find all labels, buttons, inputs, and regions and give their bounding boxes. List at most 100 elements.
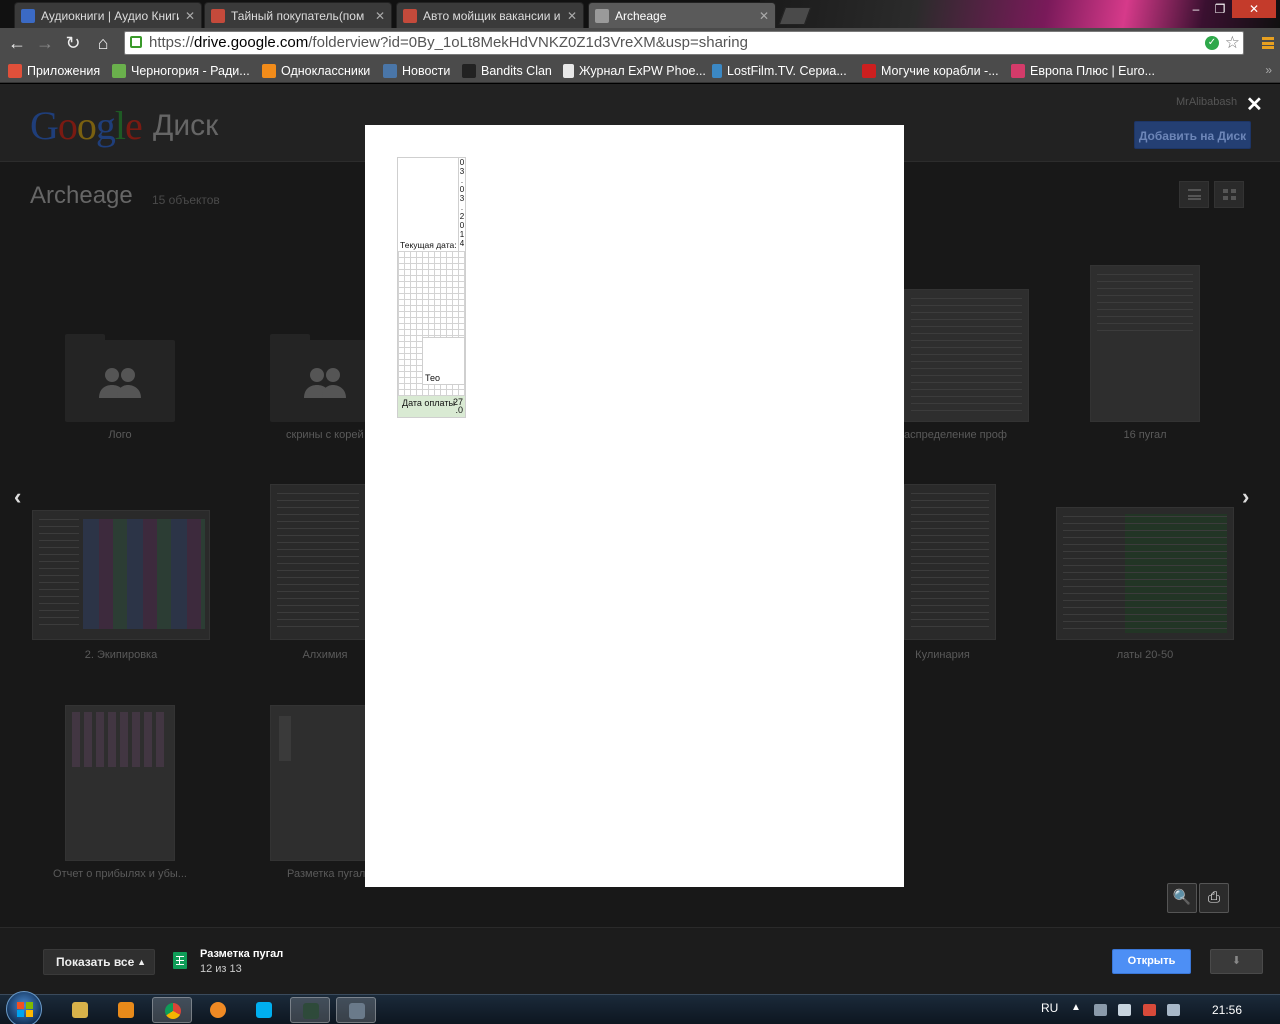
folder-tile-logo[interactable]	[65, 334, 175, 422]
shared-folder-icon	[99, 368, 141, 398]
show-all-downloads-button[interactable]: Показать все ▲	[43, 949, 155, 975]
list-view-button[interactable]	[1179, 181, 1209, 208]
apps-grid-icon	[8, 63, 22, 78]
extension-check-icon[interactable]: ✓	[1205, 36, 1219, 50]
taskbar-chrome[interactable]	[152, 997, 192, 1023]
previous-file-button[interactable]: ‹	[14, 484, 21, 510]
address-bar[interactable]: https://drive.google.com/folderview?id=0…	[124, 31, 1244, 55]
action-center-icon[interactable]	[1143, 1004, 1156, 1016]
browser-toolbar: ← → ↻ ⌂ https://drive.google.com/folderv…	[0, 28, 1280, 58]
taskbar-explorer[interactable]	[60, 997, 100, 1023]
grid-view-icon	[1223, 189, 1236, 200]
lostfilm-icon	[712, 63, 722, 78]
display-icon[interactable]	[1167, 1004, 1180, 1016]
app-icon	[210, 1002, 226, 1018]
account-name[interactable]: MrAlibabash	[1176, 96, 1237, 108]
home-button[interactable]: ⌂	[92, 32, 114, 54]
site-favicon-icon	[403, 8, 417, 23]
bookmark-youtube[interactable]: Могучие корабли -...	[862, 62, 999, 79]
folder-tile-screenshots[interactable]	[270, 334, 366, 422]
name-cell: Тео	[422, 337, 465, 385]
clan-emblem-icon	[462, 63, 476, 78]
close-window-button[interactable]: ✕	[1232, 0, 1276, 18]
taskbar-skype[interactable]	[244, 997, 284, 1023]
file-thumbnail[interactable]	[270, 484, 366, 640]
download-button[interactable]: ⬇	[1210, 949, 1263, 974]
tab-mystery-shopper[interactable]: Тайный покупатель(пом ✕	[204, 2, 392, 28]
bookmark-apps[interactable]: Приложения	[8, 62, 100, 79]
tile-label: Алхимия	[302, 649, 348, 661]
tile-label: 16 пугал	[1123, 429, 1167, 441]
reload-button[interactable]: ↻	[62, 32, 84, 54]
taskbar-media-player[interactable]	[106, 997, 146, 1023]
audiobooks-favicon-icon	[21, 8, 35, 23]
bookmark-star-icon[interactable]: ☆	[1225, 32, 1240, 54]
file-thumbnail[interactable]	[904, 484, 996, 640]
file-thumbnail[interactable]	[32, 510, 210, 640]
bookmark-montenegro[interactable]: Черногория - Ради...	[112, 62, 250, 79]
add-to-drive-button[interactable]: Добавить на Диск	[1134, 121, 1251, 149]
bookmark-lostfilm[interactable]: LostFilm.TV. Сериа...	[712, 62, 847, 79]
download-bar: Показать все ▲ Разметка пугал 12 из 13 О…	[0, 927, 1280, 994]
language-indicator[interactable]: RU	[1041, 1001, 1058, 1015]
tab-close-icon[interactable]: ✕	[567, 9, 577, 23]
clock[interactable]: 21:56	[1212, 1003, 1242, 1017]
current-date-value: 0 3 . 0 3 . 2 0 1 4	[459, 158, 465, 248]
taskbar-app-orange[interactable]	[198, 997, 238, 1023]
taskbar-archeage[interactable]	[290, 997, 330, 1023]
tab-close-icon[interactable]: ✕	[185, 9, 195, 23]
close-preview-button[interactable]: ✕	[1246, 92, 1263, 117]
tab-title: Тайный покупатель(пом	[231, 8, 365, 23]
shared-folder-icon	[304, 368, 346, 398]
file-thumbnail[interactable]	[1090, 265, 1200, 422]
network-icon[interactable]	[1094, 1004, 1107, 1016]
bookmark-label: Приложения	[27, 63, 101, 78]
folder-title: Archeage	[30, 182, 133, 209]
file-thumbnail[interactable]	[65, 705, 175, 861]
bookmarks-overflow-button[interactable]: »	[1265, 63, 1272, 77]
tile-label: Лого	[108, 429, 132, 441]
name-cell-text: Тео	[425, 373, 441, 383]
print-icon: ⎙	[1207, 889, 1220, 906]
payment-date-label: Дата оплаты	[402, 398, 455, 408]
chrome-menu-icon[interactable]	[1262, 37, 1274, 49]
forward-button[interactable]: →	[34, 32, 56, 54]
media-player-icon	[118, 1002, 134, 1018]
bookmark-news[interactable]: Новости	[383, 62, 450, 79]
tab-title: Archeage	[615, 8, 667, 23]
bookmark-bandits-clan[interactable]: Bandits Clan	[462, 62, 552, 79]
chrome-icon	[165, 1003, 181, 1019]
start-button[interactable]	[6, 991, 42, 1024]
tray-expand-icon[interactable]: ▲	[1071, 1002, 1081, 1013]
tab-close-icon[interactable]: ✕	[375, 9, 385, 23]
tab-title: Аудиокниги | Аудио Книги	[41, 8, 179, 23]
item-count: 15 объектов	[152, 193, 220, 207]
zoom-button[interactable]: 🔍	[1167, 883, 1197, 913]
taskbar-app[interactable]	[336, 997, 376, 1023]
open-button[interactable]: Открыть	[1112, 949, 1191, 974]
bookmark-europa-plus[interactable]: Европа Плюс | Euro...	[1011, 62, 1155, 79]
tab-car-washer[interactable]: Авто мойщик вакансии и ✕	[396, 2, 584, 28]
print-button[interactable]: ⎙	[1199, 883, 1229, 913]
tab-audiobooks[interactable]: Аудиокниги | Аудио Книги ✕	[14, 2, 202, 28]
bookmark-expw[interactable]: Журнал ExPW Phoe...	[563, 62, 706, 79]
tab-close-icon[interactable]: ✕	[759, 9, 769, 23]
show-all-label: Показать все	[56, 955, 135, 969]
google-logo: Google	[30, 103, 143, 148]
maximize-button[interactable]: ❐	[1206, 0, 1234, 18]
back-button[interactable]: ←	[6, 32, 28, 54]
volume-icon[interactable]	[1118, 1004, 1131, 1016]
bookmark-label: Bandits Clan	[481, 63, 552, 78]
tab-archeage[interactable]: Archeage ✕	[588, 2, 776, 28]
download-arrow-icon: ⬇	[1231, 955, 1242, 967]
sheets-file-icon	[173, 952, 187, 969]
next-file-button[interactable]: ›	[1242, 484, 1249, 510]
grid-view-button[interactable]	[1214, 181, 1244, 208]
download-file-name[interactable]: Разметка пугал	[200, 948, 283, 960]
file-thumbnail[interactable]	[270, 705, 366, 861]
bookmark-label: Европа Плюс | Euro...	[1030, 63, 1155, 78]
file-thumbnail[interactable]	[1056, 507, 1234, 640]
file-thumbnail[interactable]	[904, 289, 1029, 422]
bookmark-odnoklassniki[interactable]: Одноклассники	[262, 62, 370, 79]
odnoklassniki-icon	[262, 63, 276, 78]
